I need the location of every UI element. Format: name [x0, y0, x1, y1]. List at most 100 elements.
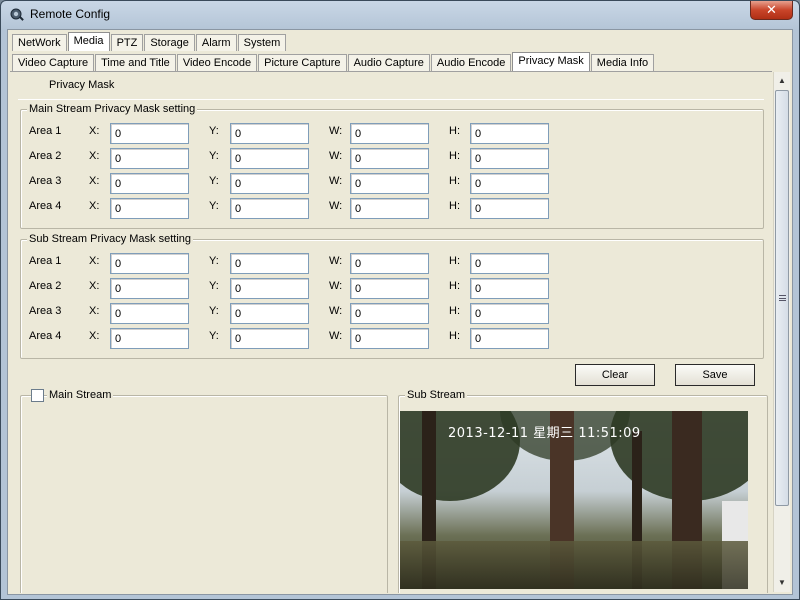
y-label: Y: — [209, 150, 219, 162]
area-row-2: Area 2 X: 0 Y: 0 W: 0 H: 0 — [29, 278, 769, 300]
sub-stream-mask-group: Sub Stream Privacy Mask setting Area 1 X:… — [20, 233, 764, 359]
h-input[interactable]: 0 — [470, 303, 549, 324]
area-label: Area 3 — [29, 175, 62, 187]
w-input[interactable]: 0 — [350, 303, 429, 324]
h-label: H: — [449, 200, 460, 212]
y-label: Y: — [209, 175, 219, 187]
sub-stream-preview: Sub Stream 2013-12-11 星期三 11:51:09 — [398, 389, 768, 593]
group-title: Sub Stream Privacy Mask setting — [27, 233, 194, 245]
save-button[interactable]: Save — [675, 364, 755, 386]
w-input[interactable]: 0 — [350, 123, 429, 144]
tab-media[interactable]: Media — [67, 32, 110, 51]
x-input[interactable]: 0 — [110, 198, 189, 219]
tab-ptz[interactable]: PTZ — [110, 34, 144, 51]
x-input[interactable]: 0 — [110, 278, 189, 299]
video-timestamp-overlay: 2013-12-11 星期三 11:51:09 — [448, 426, 641, 441]
x-label: X: — [89, 280, 100, 292]
subtab-audio-capture[interactable]: Audio Capture — [347, 54, 430, 71]
x-input[interactable]: 0 — [110, 123, 189, 144]
close-button[interactable]: ✕ — [750, 1, 793, 20]
subtab-picture-capture[interactable]: Picture Capture — [258, 54, 347, 71]
x-label: X: — [89, 255, 100, 267]
grip-icon — [779, 295, 786, 301]
y-input[interactable]: 0 — [230, 278, 309, 299]
h-input[interactable]: 0 — [470, 328, 549, 349]
w-label: W: — [329, 200, 343, 212]
area-row-4: Area 4 X: 0 Y: 0 W: 0 H: 0 — [29, 198, 769, 220]
subtab-video-encode[interactable]: Video Encode — [176, 54, 258, 71]
tab-storage[interactable]: Storage — [144, 34, 195, 51]
main-tab-strip: NetWork Media PTZ Storage Alarm System — [12, 32, 287, 51]
tab-network[interactable]: NetWork — [12, 34, 67, 51]
y-input[interactable]: 0 — [230, 123, 309, 144]
h-input[interactable]: 0 — [470, 173, 549, 194]
scroll-up-icon[interactable]: ▲ — [774, 73, 790, 89]
h-label: H: — [449, 280, 460, 292]
pane-title: Privacy Mask — [49, 79, 115, 91]
area-row-1: Area 1 X: 0 Y: 0 W: 0 H: 0 — [29, 253, 769, 275]
divider — [18, 99, 764, 100]
w-input[interactable]: 0 — [350, 198, 429, 219]
vertical-scrollbar[interactable]: ▲ ▼ — [773, 72, 790, 592]
h-input[interactable]: 0 — [470, 148, 549, 169]
h-input[interactable]: 0 — [470, 253, 549, 274]
group-title: Main Stream Privacy Mask setting — [27, 103, 198, 115]
tab-system[interactable]: System — [237, 34, 287, 51]
tab-alarm[interactable]: Alarm — [195, 34, 237, 51]
w-label: W: — [329, 305, 343, 317]
main-stream-label: Main Stream — [47, 389, 114, 401]
x-label: X: — [89, 200, 100, 212]
h-input[interactable]: 0 — [470, 278, 549, 299]
main-stream-checkbox[interactable] — [31, 389, 44, 402]
sub-stream-label: Sub Stream — [405, 389, 468, 401]
y-input[interactable]: 0 — [230, 198, 309, 219]
area-label: Area 4 — [29, 200, 62, 212]
area-label: Area 1 — [29, 125, 62, 137]
subtab-audio-encode[interactable]: Audio Encode — [430, 54, 512, 71]
w-label: W: — [329, 175, 343, 187]
subtab-time-and-title[interactable]: Time and Title — [95, 54, 176, 71]
w-label: W: — [329, 280, 343, 292]
h-input[interactable]: 0 — [470, 123, 549, 144]
scroll-thumb[interactable] — [775, 90, 789, 506]
remote-config-window: Remote Config ✕ NetWork Media PTZ Storage Al… — [0, 0, 800, 600]
window-title: Remote Config — [30, 7, 111, 21]
h-label: H: — [449, 255, 460, 267]
h-label: H: — [449, 330, 460, 342]
w-input[interactable]: 0 — [350, 278, 429, 299]
x-input[interactable]: 0 — [110, 148, 189, 169]
area-row-3: Area 3 X: 0 Y: 0 W: 0 H: 0 — [29, 303, 769, 325]
x-label: X: — [89, 305, 100, 317]
y-input[interactable]: 0 — [230, 173, 309, 194]
h-input[interactable]: 0 — [470, 198, 549, 219]
x-input[interactable]: 0 — [110, 328, 189, 349]
w-input[interactable]: 0 — [350, 148, 429, 169]
y-input[interactable]: 0 — [230, 253, 309, 274]
area-label: Area 2 — [29, 280, 62, 292]
w-input[interactable]: 0 — [350, 173, 429, 194]
h-label: H: — [449, 305, 460, 317]
h-label: H: — [449, 125, 460, 137]
x-input[interactable]: 0 — [110, 253, 189, 274]
sub-stream-video: 2013-12-11 星期三 11:51:09 — [400, 411, 748, 589]
subtab-video-capture[interactable]: Video Capture — [12, 54, 95, 71]
subtab-privacy-mask[interactable]: Privacy Mask — [512, 52, 590, 71]
title-bar: Remote Config ✕ — [1, 1, 799, 29]
scroll-down-icon[interactable]: ▼ — [774, 575, 790, 591]
x-label: X: — [89, 330, 100, 342]
x-label: X: — [89, 125, 100, 137]
main-stream-mask-group: Main Stream Privacy Mask setting Area 1 X… — [20, 103, 764, 229]
w-input[interactable]: 0 — [350, 253, 429, 274]
w-input[interactable]: 0 — [350, 328, 429, 349]
x-input[interactable]: 0 — [110, 303, 189, 324]
y-input[interactable]: 0 — [230, 303, 309, 324]
x-label: X: — [89, 175, 100, 187]
clear-button[interactable]: Clear — [575, 364, 655, 386]
y-input[interactable]: 0 — [230, 328, 309, 349]
subtab-media-info[interactable]: Media Info — [590, 54, 655, 71]
h-label: H: — [449, 150, 460, 162]
y-label: Y: — [209, 305, 219, 317]
y-label: Y: — [209, 200, 219, 212]
x-input[interactable]: 0 — [110, 173, 189, 194]
y-input[interactable]: 0 — [230, 148, 309, 169]
